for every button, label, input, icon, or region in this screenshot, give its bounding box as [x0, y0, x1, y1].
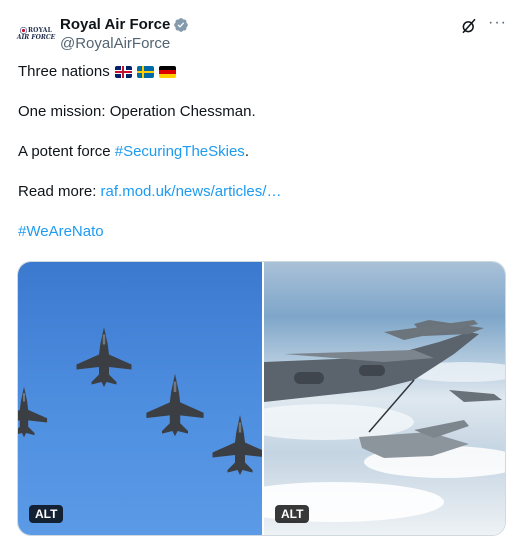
alt-badge-left[interactable]: ALT — [29, 505, 64, 523]
avatar-text-bottom: AIR FORCE — [16, 34, 56, 41]
post-text: Three nations One mission: Operation Che… — [18, 62, 507, 262]
sweden-flag-icon — [136, 66, 154, 78]
germany-flag-icon — [158, 66, 176, 78]
grok-icon[interactable] — [459, 16, 479, 36]
post-line-1: Three nations — [18, 62, 507, 82]
raf-roundel-icon — [20, 27, 27, 34]
article-link[interactable]: raf.mod.uk/news/articles/… — [101, 183, 282, 200]
author-names: Royal Air Force @RoyalAirForce — [60, 16, 189, 52]
photo-air-refuelling[interactable]: ALT — [264, 262, 505, 535]
uk-flag-icon — [114, 66, 132, 78]
handle[interactable]: @RoyalAirForce — [60, 35, 189, 52]
photo-jets-formation[interactable]: ALT — [18, 262, 262, 535]
alt-badge-right[interactable]: ALT — [275, 505, 310, 523]
media-grid: ALT ALT — [17, 261, 506, 536]
more-icon[interactable]: ··· — [488, 14, 507, 32]
post-line-2: One mission: Operation Chessman. — [18, 103, 256, 120]
avatar-text-top: ROYAL — [28, 26, 52, 34]
post-line-5: #WeAreNato — [18, 222, 507, 242]
verified-badge-icon[interactable] — [173, 17, 189, 33]
post-line-3: A potent force #SecuringTheSkies. — [18, 143, 249, 160]
hashtag-wearenato[interactable]: #WeAreNato — [18, 223, 104, 240]
display-name[interactable]: Royal Air Force — [60, 16, 170, 33]
post-header: ROYAL AIR FORCE Royal Air Force @RoyalAi… — [16, 10, 507, 58]
hashtag-securingtheskies[interactable]: #SecuringTheSkies — [115, 143, 245, 160]
post-line-4: Read more: raf.mod.uk/news/articles/… — [18, 183, 282, 200]
avatar[interactable]: ROYAL AIR FORCE — [16, 14, 56, 54]
